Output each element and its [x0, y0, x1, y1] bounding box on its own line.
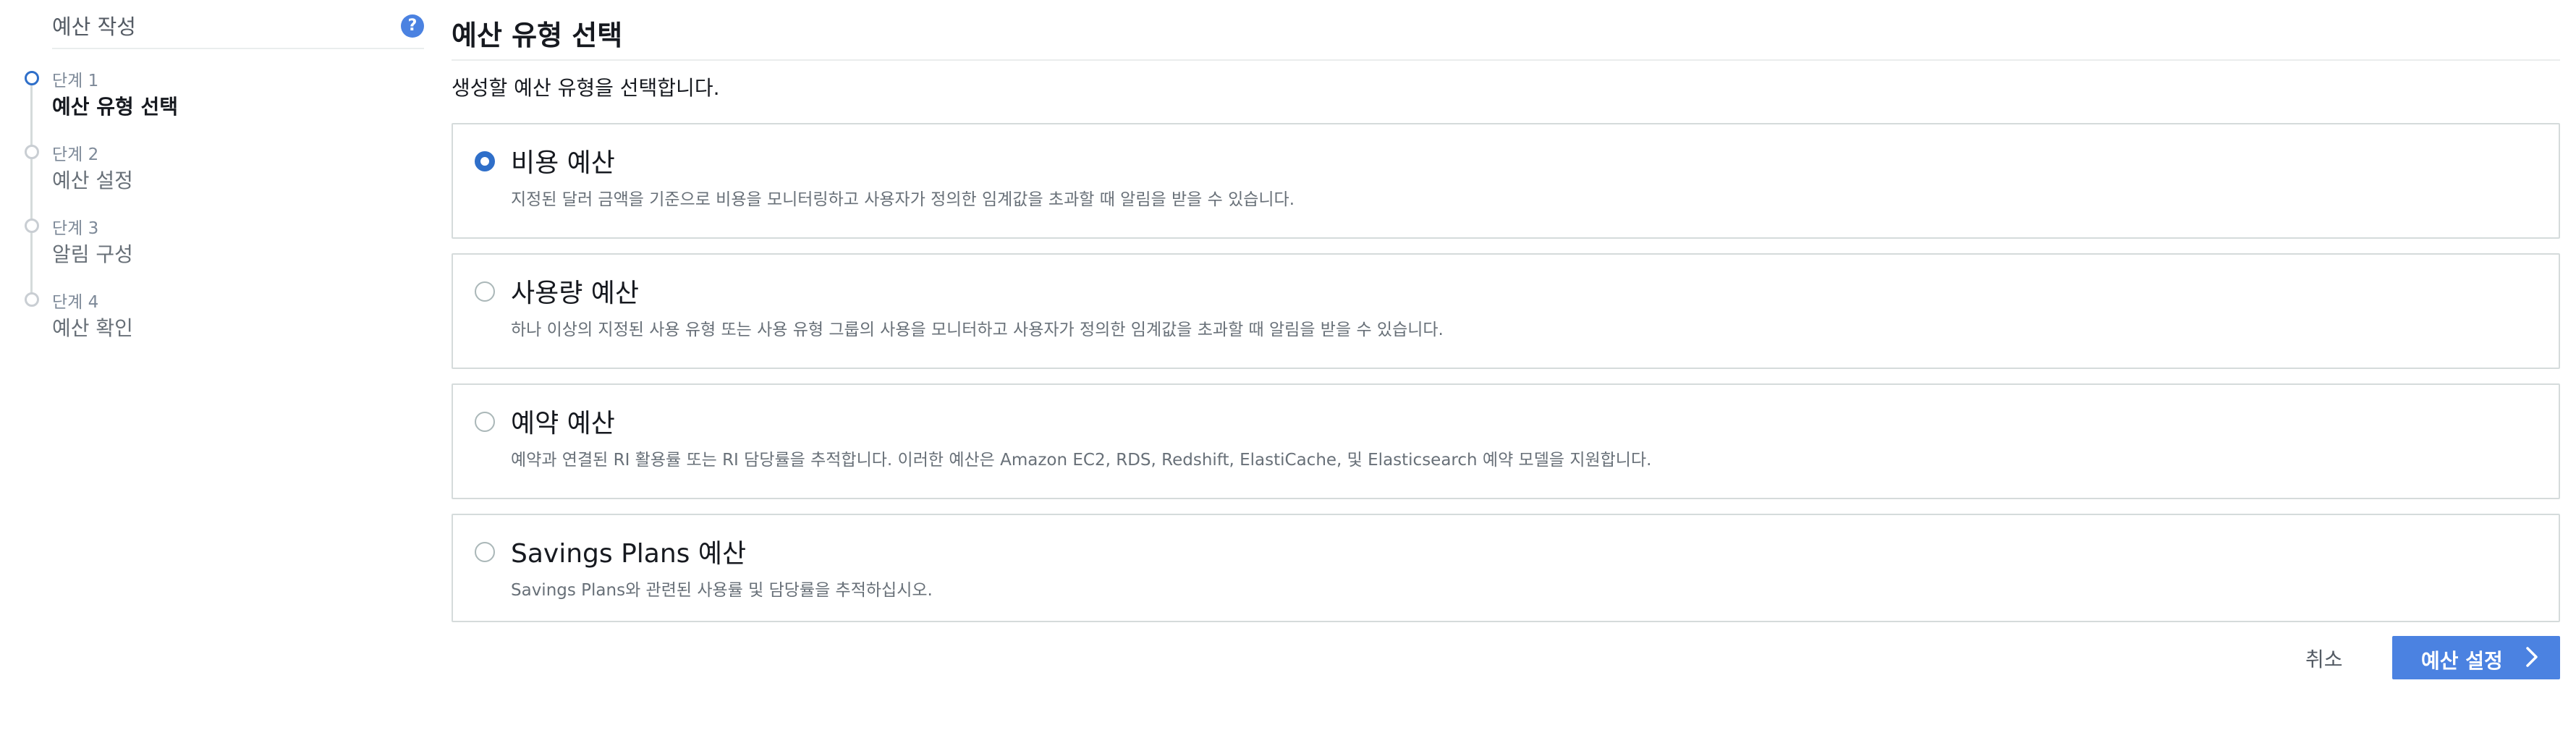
sidebar-title: 예산 작성 [52, 14, 136, 39]
step-label: 예산 설정 [52, 169, 133, 192]
main-content: 예산 유형 선택 생성할 예산 유형을 선택합니다. 비용 예산 지정된 달러 … [452, 0, 2560, 751]
page-description: 생성할 예산 유형을 선택합니다. [452, 76, 720, 100]
radio-button[interactable] [475, 412, 495, 432]
budget-type-option-savings-plans[interactable]: Savings Plans 예산 Savings Plans와 관련된 사용률 … [452, 514, 2560, 622]
step-indicator-icon [25, 145, 39, 159]
option-description: 예약과 연결된 RI 활용률 또는 RI 담당률을 추적합니다. 이러한 예산은… [511, 451, 1652, 470]
step-indicator-icon [25, 218, 39, 233]
radio-button[interactable] [475, 542, 495, 562]
page-title: 예산 유형 선택 [452, 20, 623, 51]
budget-type-option-usage[interactable]: 사용량 예산 하나 이상의 지정된 사용 유형 또는 사용 유형 그룹의 사용을… [452, 253, 2560, 369]
wizard-sidebar: 예산 작성 ? 단계 1 예산 유형 선택 단계 2 예산 설정 단계 3 알림… [0, 0, 424, 376]
option-description: Savings Plans와 관련된 사용률 및 담당률을 추적하십시오. [511, 581, 933, 600]
option-title: Savings Plans 예산 [511, 539, 747, 569]
step-label: 예산 확인 [52, 316, 133, 340]
step-number: 단계 2 [52, 145, 99, 164]
help-icon[interactable]: ? [401, 14, 424, 38]
step-3[interactable]: 단계 3 알림 구성 [0, 211, 289, 284]
step-indicator-icon [25, 71, 39, 85]
step-4[interactable]: 단계 4 예산 확인 [0, 285, 289, 357]
step-indicator-icon [25, 292, 39, 307]
option-description: 지정된 달러 금액을 기준으로 비용을 모니터링하고 사용자가 정의한 임계값을… [511, 190, 1295, 209]
radio-button[interactable] [475, 281, 495, 302]
option-description: 하나 이상의 지정된 사용 유형 또는 사용 유형 그룹의 사용을 모니터하고 … [511, 321, 1444, 339]
step-number: 단계 1 [52, 72, 99, 90]
step-number: 단계 4 [52, 293, 99, 312]
chevron-right-icon [2526, 647, 2538, 667]
sidebar-header: 예산 작성 ? [52, 7, 424, 49]
budget-type-option-cost[interactable]: 비용 예산 지정된 달러 금액을 기준으로 비용을 모니터링하고 사용자가 정의… [452, 123, 2560, 239]
step-label: 예산 유형 선택 [52, 95, 179, 119]
radio-button[interactable] [475, 151, 495, 171]
budget-type-option-reservation[interactable]: 예약 예산 예약과 연결된 RI 활용률 또는 RI 담당률을 추적합니다. 이… [452, 383, 2560, 499]
next-button-label: 예산 설정 [2421, 649, 2503, 673]
step-label: 알림 구성 [52, 242, 133, 266]
next-button[interactable]: 예산 설정 [2392, 636, 2560, 679]
step-number: 단계 3 [52, 219, 99, 238]
step-2[interactable]: 단계 2 예산 설정 [0, 137, 289, 210]
option-title: 사용량 예산 [511, 279, 640, 308]
step-1[interactable]: 단계 1 예산 유형 선택 [0, 64, 289, 136]
cancel-button[interactable]: 취소 [2305, 644, 2343, 673]
title-divider [452, 59, 2560, 61]
option-title: 예약 예산 [511, 409, 615, 438]
option-title: 비용 예산 [511, 148, 615, 178]
